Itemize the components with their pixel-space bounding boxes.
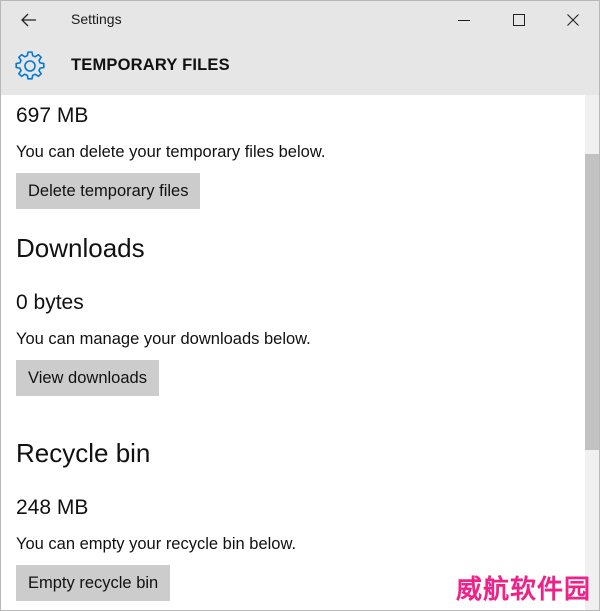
- watermark: 威航软件园: [456, 575, 592, 605]
- close-button[interactable]: [546, 1, 599, 39]
- temp-size: 697 MB: [16, 104, 89, 127]
- close-icon: [567, 14, 579, 26]
- app-title: Settings: [71, 11, 122, 27]
- back-button[interactable]: [9, 5, 49, 35]
- title-bar: Settings: [1, 1, 599, 39]
- temp-description: You can delete your temporary files belo…: [16, 143, 326, 161]
- gear-icon: [15, 51, 45, 80]
- downloads-heading: Downloads: [16, 233, 145, 263]
- maximize-icon: [513, 14, 525, 26]
- content-area: 697 MB You can delete your temporary fil…: [1, 95, 585, 610]
- delete-temporary-files-button[interactable]: Delete temporary files: [16, 173, 201, 209]
- downloads-description: You can manage your downloads below.: [16, 330, 311, 348]
- settings-window: Settings TEMPORARY FILES 697 MB You can …: [0, 0, 600, 611]
- downloads-size: 0 bytes: [16, 291, 84, 314]
- page-header: TEMPORARY FILES: [1, 39, 599, 95]
- recycle-bin-heading: Recycle bin: [16, 438, 151, 468]
- scrollbar-thumb[interactable]: [585, 154, 599, 450]
- arrow-left-icon: [21, 13, 36, 27]
- recycle-bin-size: 248 MB: [16, 496, 89, 519]
- page-title: TEMPORARY FILES: [71, 56, 230, 74]
- empty-recycle-bin-button[interactable]: Empty recycle bin: [16, 565, 171, 601]
- view-downloads-button[interactable]: View downloads: [16, 360, 159, 396]
- recycle-bin-description: You can empty your recycle bin below.: [16, 535, 297, 553]
- minimize-button[interactable]: [437, 1, 491, 39]
- minimize-icon: [458, 20, 470, 21]
- maximize-button[interactable]: [492, 1, 546, 39]
